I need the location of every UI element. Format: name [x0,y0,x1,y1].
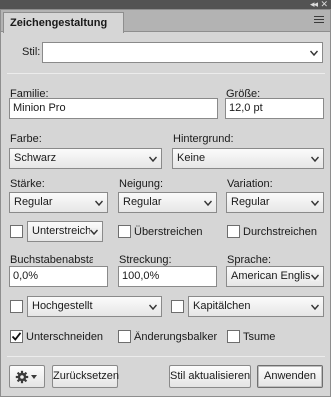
chevron-down-icon [149,303,157,311]
panel-tab-title[interactable]: Zeichengestaltung [3,12,124,33]
settings-menu-button[interactable] [9,365,45,388]
gear-icon [15,370,37,384]
collapse-panel-icon[interactable]: ◂◂ [310,0,318,9]
sprache-value: American Englis [231,270,311,282]
staerke-value: Regular [14,196,53,208]
zuruecksetzen-button[interactable]: Zurücksetzen [52,365,119,388]
staerke-dropdown[interactable]: Regular [9,192,108,213]
hintergrund-dropdown[interactable]: Keine [172,148,324,169]
hochgestellt-value: Hochgestellt [32,300,93,312]
stil-dropdown[interactable] [42,42,323,63]
panel-tab-bar: Zeichengestaltung [1,10,330,33]
sprache-dropdown[interactable]: American Englis [226,266,324,287]
kapitaelchen-dropdown[interactable]: Kapitälchen [188,296,324,317]
panel-menu-icon[interactable] [314,16,324,25]
neigung-dropdown[interactable]: Regular [118,192,217,213]
unterstreichen-value: Unterstreich [32,225,92,237]
buchstabenabstand-label: Buchstabenabsta [10,254,93,266]
hintergrund-value: Keine [177,152,206,164]
kapitaelchen-checkbox[interactable] [171,300,184,313]
familie-value: Minion Pro [13,102,66,114]
chevron-down-icon [90,228,98,236]
close-panel-icon[interactable]: ✕ [320,0,328,9]
groesse-value: 12,0 pt [229,102,263,114]
panel-top-strip: ◂◂ ✕ [0,0,331,9]
chevron-down-icon [311,273,319,281]
sprache-label: Sprache: [227,254,272,266]
groesse-field[interactable]: 12,0 pt [225,98,324,119]
unterschneiden-checkbox[interactable] [10,330,23,343]
chevron-down-icon [95,199,103,207]
farbe-label: Farbe: [10,133,42,145]
checkmark-icon [11,332,22,341]
neigung-value: Regular [123,196,162,208]
kapitaelchen-value: Kapitälchen [193,300,251,312]
variation-label: Variation: [227,178,273,190]
staerke-label: Stärke: [10,178,45,190]
hochgestellt-dropdown[interactable]: Hochgestellt [27,296,162,317]
ueberstreichen-label: Überstreichen [134,226,203,238]
neigung-label: Neigung: [119,178,164,190]
buchstabenabstand-value: 0,0% [13,270,39,282]
streckung-label: Streckung: [119,254,172,266]
hochgestellt-checkbox[interactable] [10,300,23,313]
farbe-dropdown[interactable]: Schwarz [9,148,162,169]
tsume-label: Tsume [243,331,276,343]
tsume-checkbox[interactable] [227,330,240,343]
aenderungsbalken-label: Änderungsbalker [134,331,218,343]
stil-label: Stil: [22,46,41,58]
familie-field[interactable]: Minion Pro [9,98,218,119]
unterschneiden-label: Unterschneiden [26,331,104,343]
durchstreichen-label: Durchstreichen [243,226,317,238]
chevron-down-icon [311,199,319,207]
chevron-down-icon [311,155,319,163]
chevron-down-icon [311,303,319,311]
chevron-down-icon [204,199,212,207]
streckung-field[interactable]: 100,0% [118,266,217,287]
divider [7,73,325,74]
chevron-down-icon [149,155,157,163]
stil-aktualisieren-button[interactable]: Stil aktualisieren [169,365,251,388]
anwenden-button[interactable]: Anwenden [257,365,323,388]
durchstreichen-checkbox[interactable] [227,225,240,238]
hintergrund-label: Hintergrund: [173,133,234,145]
character-style-panel: Zeichengestaltung Stil: Familie: Minion … [0,9,331,397]
divider [7,356,325,357]
unterstreichen-checkbox[interactable] [10,225,23,238]
dropdown-arrow-icon [31,375,37,379]
unterstreichen-dropdown[interactable]: Unterstreich [27,221,103,242]
ueberstreichen-checkbox[interactable] [118,225,131,238]
farbe-value: Schwarz [14,152,57,164]
aenderungsbalken-checkbox[interactable] [118,330,131,343]
variation-dropdown[interactable]: Regular [226,192,324,213]
streckung-value: 100,0% [122,270,160,282]
chevron-down-icon [310,49,318,57]
variation-value: Regular [231,196,270,208]
buchstabenabstand-field[interactable]: 0,0% [9,266,108,287]
